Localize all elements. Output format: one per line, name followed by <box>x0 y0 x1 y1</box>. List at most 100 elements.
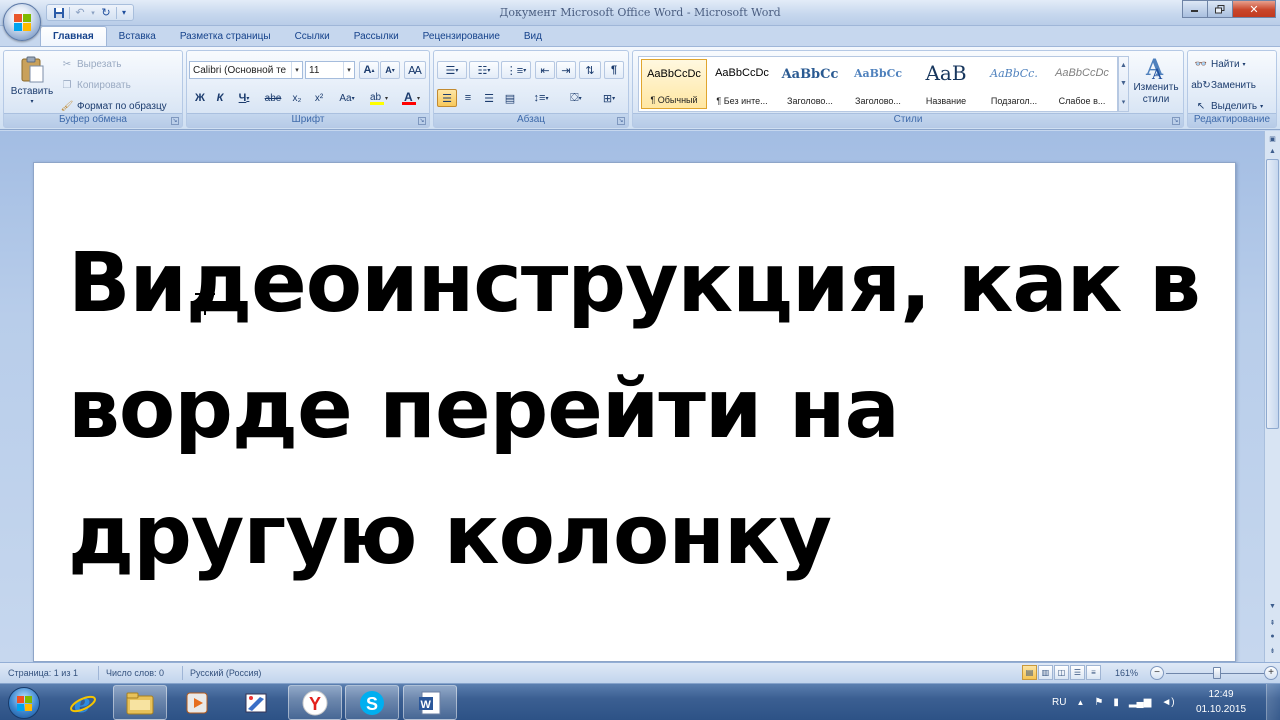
underline-button[interactable]: Ч ▾ <box>231 89 257 107</box>
tab-view[interactable]: Вид <box>512 26 554 46</box>
action-center-icon[interactable]: ⚑ <box>1094 697 1103 708</box>
taskbar-yandex-browser[interactable]: Y <box>288 685 342 720</box>
borders-button[interactable]: ⊞ ▾ <box>594 89 624 107</box>
language-indicator[interactable]: Русский (Россия) <box>190 668 261 678</box>
style-subtitle[interactable]: AaBbCc. Подзагол... <box>981 59 1047 109</box>
clock[interactable]: 12:49 01.10.2015 <box>1192 687 1250 717</box>
clear-formatting-button[interactable]: Ꜳ <box>404 61 426 79</box>
tab-mailings[interactable]: Рассылки <box>342 26 411 46</box>
document-page[interactable]: Видеоинструкция, как в ворде перейти на … <box>33 162 1236 662</box>
tab-page-layout[interactable]: Разметка страницы <box>168 26 283 46</box>
scroll-up-icon[interactable]: ▲ <box>1267 146 1278 157</box>
style-title[interactable]: AaB Название <box>913 59 979 109</box>
web-layout-view-icon[interactable]: ◫ <box>1054 665 1069 680</box>
copy-button[interactable]: ❐ Копировать <box>60 78 131 92</box>
font-family-combobox[interactable]: Calibri (Основной те ▾ <box>189 61 303 79</box>
taskbar-file-explorer[interactable] <box>113 685 167 720</box>
start-button[interactable] <box>2 684 46 720</box>
close-button[interactable]: ✕ <box>1232 0 1276 18</box>
grow-font-button[interactable]: A ▴ <box>359 61 379 79</box>
format-painter-button[interactable]: 🖌 Формат по образцу <box>60 99 167 113</box>
taskbar-internet-explorer[interactable]: e <box>56 685 110 720</box>
taskbar-paint[interactable] <box>229 685 283 720</box>
align-right-button[interactable]: ☰ <box>479 89 499 107</box>
superscript-button[interactable]: x² <box>309 89 329 107</box>
taskbar-microsoft-word[interactable]: W <box>403 685 457 720</box>
style-subtle-emphasis[interactable]: AaBbCcDc Слабое в... <box>1049 59 1115 109</box>
zoom-out-icon[interactable]: − <box>1150 666 1164 680</box>
document-text[interactable]: Видеоинструкция, как в ворде перейти на … <box>68 221 1228 599</box>
scroll-down-icon[interactable]: ▼ <box>1120 80 1127 87</box>
find-button[interactable]: 👓 Найти ▾ <box>1194 57 1246 71</box>
subscript-button[interactable]: x₂ <box>287 89 307 107</box>
tab-home[interactable]: Главная <box>40 26 107 46</box>
show-hidden-icons-icon[interactable]: ▲ <box>1076 698 1084 707</box>
dialog-launcher-icon[interactable]: ↘ <box>418 117 426 125</box>
numbering-button[interactable]: ☷ ▾ <box>469 61 499 79</box>
replace-button[interactable]: ab↻ Заменить <box>1191 78 1256 92</box>
taskbar-skype[interactable]: S <box>345 685 399 720</box>
zoom-in-icon[interactable]: + <box>1264 666 1278 680</box>
outline-view-icon[interactable]: ☰ <box>1070 665 1085 680</box>
font-size-combobox[interactable]: 11 ▾ <box>305 61 355 79</box>
justify-button[interactable]: ▤ <box>500 89 520 107</box>
align-center-button[interactable]: ≡ <box>458 89 478 107</box>
decrease-indent-button[interactable]: ⇤ <box>535 61 555 79</box>
dialog-launcher-icon[interactable]: ↘ <box>617 117 625 125</box>
signal-strength-icon[interactable]: ▂▄▆ <box>1129 697 1151 708</box>
volume-icon[interactable]: ◄) <box>1161 697 1174 708</box>
print-layout-view-icon[interactable]: ▤ <box>1022 665 1037 680</box>
office-button[interactable] <box>3 3 41 41</box>
tab-insert[interactable]: Вставка <box>107 26 168 46</box>
previous-page-icon[interactable]: ⇞ <box>1267 617 1278 628</box>
bullets-button[interactable]: ☰ ▾ <box>437 61 467 79</box>
italic-button[interactable]: К <box>211 89 229 107</box>
next-page-icon[interactable]: ⇟ <box>1267 645 1278 656</box>
ruler-toggle-icon[interactable]: ▣ <box>1267 133 1278 144</box>
dialog-launcher-icon[interactable]: ↘ <box>1172 117 1180 125</box>
change-styles-button[interactable]: AA Изменить стили <box>1129 55 1183 106</box>
dialog-launcher-icon[interactable]: ↘ <box>171 117 179 125</box>
zoom-level[interactable]: 161% <box>1115 668 1138 678</box>
zoom-slider-thumb[interactable] <box>1213 667 1221 679</box>
style-normal[interactable]: AaBbCcDc ¶ Обычный <box>641 59 707 109</box>
minimize-button[interactable] <box>1182 0 1208 18</box>
taskbar-media-player[interactable] <box>170 685 224 720</box>
style-no-spacing[interactable]: AaBbCcDc ¶ Без инте... <box>709 59 775 109</box>
change-case-button[interactable]: Aa ▾ <box>333 89 361 107</box>
full-screen-reading-view-icon[interactable]: ▥ <box>1038 665 1053 680</box>
tab-references[interactable]: Ссылки <box>283 26 342 46</box>
scrollbar-thumb[interactable] <box>1266 159 1279 429</box>
cut-button[interactable]: ✂ Вырезать <box>60 57 122 71</box>
bold-button[interactable]: Ж <box>191 89 209 107</box>
tab-review[interactable]: Рецензирование <box>411 26 512 46</box>
gallery-scroll[interactable]: ▲ ▼ ▾ <box>1118 56 1129 112</box>
sort-button[interactable]: ⇅ <box>579 61 601 79</box>
highlight-button[interactable]: ab ▾ <box>365 89 395 107</box>
show-formatting-button[interactable]: ¶ <box>604 61 624 79</box>
strikethrough-button[interactable]: abe <box>261 89 285 107</box>
align-left-button[interactable]: ☰ <box>437 89 457 107</box>
style-heading-1[interactable]: AaBbCc Заголово... <box>777 59 843 109</box>
show-desktop-button[interactable] <box>1266 684 1280 720</box>
more-icon[interactable]: ▾ <box>1122 98 1126 106</box>
word-count[interactable]: Число слов: 0 <box>106 668 164 678</box>
style-heading-2[interactable]: AaBbCc Заголово... <box>845 59 911 109</box>
paste-button[interactable]: Вставить ▾ <box>8 55 56 105</box>
select-button[interactable]: ↖ Выделить ▾ <box>1194 99 1263 113</box>
page-count[interactable]: Страница: 1 из 1 <box>8 668 78 678</box>
draft-view-icon[interactable]: ≡ <box>1086 665 1101 680</box>
multilevel-list-button[interactable]: ⋮≡ ▾ <box>501 61 531 79</box>
font-color-button[interactable]: A ▾ <box>397 89 427 107</box>
shading-button[interactable]: ⛋ ▾ <box>560 89 592 107</box>
battery-icon[interactable]: ▮ <box>1113 697 1119 708</box>
select-browse-object-icon[interactable]: ● <box>1267 631 1278 642</box>
scroll-down-icon[interactable]: ▼ <box>1267 601 1278 612</box>
increase-indent-button[interactable]: ⇥ <box>556 61 576 79</box>
scroll-up-icon[interactable]: ▲ <box>1120 62 1127 69</box>
input-language[interactable]: RU <box>1052 697 1066 708</box>
line-spacing-button[interactable]: ↕≡ ▾ <box>526 89 556 107</box>
restore-button[interactable] <box>1207 0 1233 18</box>
shrink-font-button[interactable]: A ▾ <box>380 61 400 79</box>
vertical-scrollbar[interactable]: ▣ ▲ ▼ ⇞ ● ⇟ <box>1264 131 1280 662</box>
